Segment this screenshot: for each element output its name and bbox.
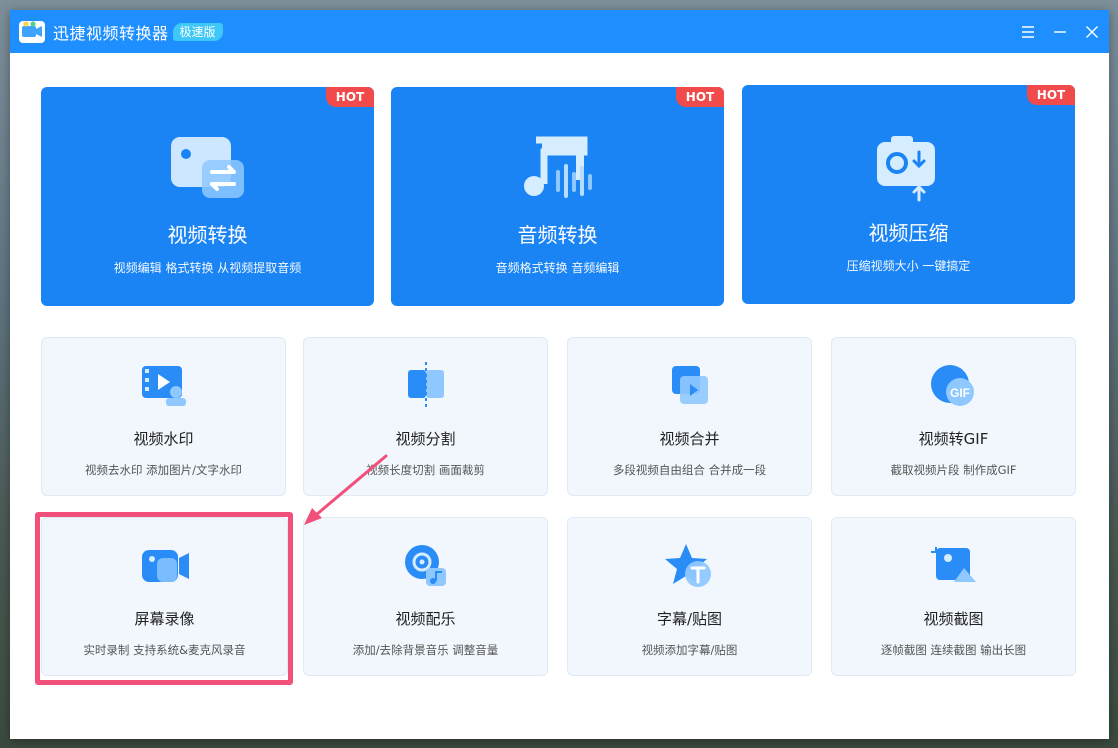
hot-badge: HOT (676, 87, 724, 107)
screen-record-card[interactable]: 屏幕录像 实时录制 支持系统&麦克风录音 (41, 517, 288, 676)
minimize-icon (1054, 30, 1066, 33)
video-convert-icon (168, 132, 248, 204)
card-title: 视频配乐 (395, 610, 456, 628)
menu-button[interactable] (1013, 17, 1043, 47)
subtitle-sticker-icon (664, 542, 716, 590)
minimize-button[interactable] (1045, 17, 1075, 47)
close-button[interactable] (1077, 17, 1107, 47)
card-desc: 视频添加字幕/贴图 (641, 643, 738, 657)
hot-badge: HOT (326, 87, 374, 107)
card-desc: 多段视频自由组合 合并成一段 (612, 463, 767, 477)
video-compress-card[interactable]: HOT 视频压缩 压缩视频大小 一键搞定 (742, 85, 1075, 304)
card-desc: 添加/去除背景音乐 调整音量 (352, 643, 499, 657)
card-title: 视频转换 (167, 223, 248, 247)
card-desc: 视频编辑 格式转换 从视频提取音频 (113, 261, 302, 275)
card-title: 视频转GIF (918, 430, 989, 448)
app-window: 迅捷视频转换器 极速版 HOT 视频转换 视频编辑 格式转换 从视频提取音频 H… (10, 10, 1109, 739)
subtitle-sticker-card[interactable]: 字幕/贴图 视频添加字幕/贴图 (567, 517, 812, 676)
video-screenshot-card[interactable]: 视频截图 逐帧截图 连续截图 输出长图 (831, 517, 1076, 676)
edition-badge: 极速版 (172, 22, 223, 41)
card-title: 视频截图 (923, 610, 984, 628)
title-bar[interactable]: 迅捷视频转换器 极速版 (10, 10, 1109, 53)
card-title: 字幕/贴图 (656, 610, 723, 628)
card-title: 视频压缩 (868, 221, 949, 245)
card-title: 视频分割 (395, 430, 456, 448)
video-compress-icon (869, 130, 949, 202)
menu-icon (1022, 25, 1034, 38)
video-to-gif-icon: GIF (928, 362, 980, 410)
video-merge-card[interactable]: 视频合并 多段视频自由组合 合并成一段 (567, 337, 812, 496)
card-title: 屏幕录像 (134, 610, 195, 628)
card-desc: 截取视频片段 制作成GIF (890, 463, 1017, 477)
gif-label: GIF (950, 386, 970, 400)
video-screenshot-icon (928, 542, 980, 590)
app-title: 迅捷视频转换器 (53, 23, 169, 43)
card-desc: 逐帧截图 连续截图 输出长图 (880, 643, 1027, 657)
video-watermark-icon (138, 362, 190, 410)
card-title: 视频水印 (133, 430, 194, 448)
video-merge-icon (664, 362, 716, 410)
screen-record-icon (139, 542, 191, 590)
window-controls (1013, 10, 1109, 53)
video-convert-card[interactable]: HOT 视频转换 视频编辑 格式转换 从视频提取音频 (41, 87, 374, 306)
audio-convert-card[interactable]: HOT 音频转换 音频格式转换 音频编辑 (391, 87, 724, 306)
video-split-card[interactable]: 视频分割 视频长度切割 画面裁剪 (303, 337, 548, 496)
card-title: 视频合并 (659, 430, 720, 448)
video-music-icon (400, 542, 452, 590)
hot-badge: HOT (1027, 85, 1075, 105)
audio-convert-icon (518, 132, 598, 204)
card-desc: 音频格式转换 音频编辑 (495, 261, 620, 275)
card-desc: 压缩视频大小 一键搞定 (846, 259, 971, 273)
close-icon (1086, 25, 1098, 38)
card-desc: 视频长度切割 画面裁剪 (366, 463, 485, 477)
video-music-card[interactable]: 视频配乐 添加/去除背景音乐 调整音量 (303, 517, 548, 676)
card-desc: 视频去水印 添加图片/文字水印 (84, 463, 243, 477)
card-title: 音频转换 (517, 223, 598, 247)
video-split-icon (400, 362, 452, 410)
app-logo-icon (18, 18, 46, 46)
card-desc: 实时录制 支持系统&麦克风录音 (83, 643, 246, 657)
video-to-gif-card[interactable]: GIF 视频转GIF 截取视频片段 制作成GIF (831, 337, 1076, 496)
video-watermark-card[interactable]: 视频水印 视频去水印 添加图片/文字水印 (41, 337, 286, 496)
